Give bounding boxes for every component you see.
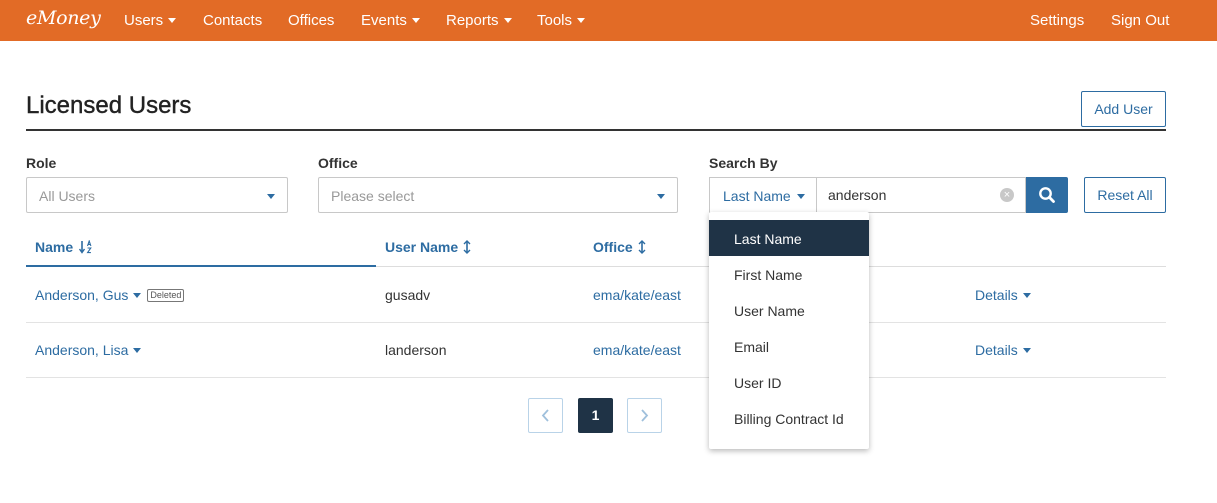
user-name-menu[interactable]: Anderson, Lisa: [35, 342, 142, 358]
details-label: Details: [975, 287, 1018, 303]
search-by-option[interactable]: User Name: [709, 292, 869, 328]
username-cell: gusadv: [385, 287, 431, 303]
column-header-office[interactable]: Office: [593, 239, 646, 255]
chevron-down-icon: [267, 194, 275, 199]
column-header-office-label: Office: [593, 239, 633, 255]
chevron-down-icon: [168, 18, 177, 23]
chevron-down-icon: [133, 348, 142, 353]
chevron-down-icon: [577, 18, 586, 23]
option-label: User Name: [734, 303, 805, 319]
nav-settings-label: Settings: [1030, 12, 1085, 29]
nav-users-label: Users: [124, 12, 164, 29]
sort-icon: [638, 240, 646, 254]
nav-sign-out[interactable]: Sign Out: [1111, 12, 1169, 29]
username-cell: landerson: [385, 342, 447, 358]
column-header-name-label: Name: [35, 239, 74, 255]
nav-tools-menu[interactable]: Tools: [537, 12, 586, 29]
office-select-placeholder: Please select: [331, 188, 415, 204]
role-label: Role: [26, 155, 57, 171]
next-page-button[interactable]: [627, 398, 662, 433]
search-by-option[interactable]: First Name: [709, 256, 869, 292]
details-label: Details: [975, 342, 1018, 358]
office-link[interactable]: ema/kate/east: [593, 287, 681, 303]
row-divider: [26, 377, 1166, 378]
emoney-logo[interactable]: eMoney: [26, 7, 101, 29]
add-user-button[interactable]: Add User: [1081, 91, 1166, 127]
search-by-label: Search By: [709, 155, 778, 171]
nav-tools-label: Tools: [537, 12, 573, 29]
previous-page-button[interactable]: [528, 398, 563, 433]
option-label: Billing Contract Id: [734, 411, 844, 427]
search-by-option[interactable]: Email: [709, 328, 869, 364]
chevron-down-icon: [1022, 348, 1031, 353]
nav-users-menu[interactable]: Users: [124, 12, 177, 29]
sorted-column-indicator: [26, 265, 376, 267]
nav-offices-label: Offices: [288, 12, 335, 29]
office-select[interactable]: Please select: [318, 177, 678, 213]
search-by-value: Last Name: [723, 188, 791, 204]
option-label: Email: [734, 339, 770, 355]
search-icon: [1039, 187, 1055, 203]
nav-contacts-label: Contacts: [203, 12, 263, 29]
column-header-username-label: User Name: [385, 239, 459, 255]
role-select[interactable]: All Users: [26, 177, 288, 213]
sort-ascending-icon: [78, 239, 92, 254]
chevron-down-icon: [657, 194, 665, 199]
search-by-option[interactable]: Last Name: [709, 220, 869, 256]
details-menu[interactable]: Details: [975, 342, 1031, 358]
chevron-left-icon: [541, 409, 549, 422]
clear-icon[interactable]: ×: [1000, 188, 1014, 202]
search-by-option[interactable]: Billing Contract Id: [709, 400, 869, 436]
chevron-right-icon: [641, 409, 649, 422]
column-header-name[interactable]: Name: [35, 239, 95, 255]
option-label: User ID: [734, 375, 782, 391]
nav-events-menu[interactable]: Events: [361, 12, 420, 29]
nav-events-label: Events: [361, 12, 407, 29]
chevron-down-icon: [1022, 293, 1031, 298]
chevron-down-icon: [503, 18, 512, 23]
search-button[interactable]: [1026, 177, 1068, 213]
search-input[interactable]: [816, 177, 1026, 213]
chevron-down-icon: [411, 18, 420, 23]
deleted-badge: Deleted: [147, 289, 185, 302]
nav-settings[interactable]: Settings: [1030, 12, 1084, 29]
nav-offices[interactable]: Offices: [288, 12, 334, 29]
title-divider: [26, 129, 1166, 131]
sort-icon: [463, 240, 471, 254]
chevron-down-icon: [133, 293, 142, 298]
option-label: First Name: [734, 267, 803, 283]
current-page-button[interactable]: 1: [578, 398, 613, 433]
option-label: Last Name: [734, 231, 802, 247]
nav-sign-out-label: Sign Out: [1111, 12, 1170, 29]
column-header-username[interactable]: User Name: [385, 239, 471, 255]
nav-reports-label: Reports: [446, 12, 499, 29]
user-name-menu[interactable]: Anderson, Gus Deleted: [35, 287, 185, 303]
row-divider: [26, 322, 1166, 323]
details-menu[interactable]: Details: [975, 287, 1031, 303]
role-select-value: All Users: [39, 188, 96, 204]
user-full-name: Anderson, Lisa: [35, 342, 129, 358]
page-title: Licensed Users: [26, 92, 192, 119]
search-by-select[interactable]: Last Name: [709, 177, 816, 213]
nav-reports-menu[interactable]: Reports: [446, 12, 512, 29]
reset-all-button[interactable]: Reset All: [1084, 177, 1166, 213]
office-link[interactable]: ema/kate/east: [593, 342, 681, 358]
search-by-option[interactable]: User ID: [709, 364, 869, 400]
top-navbar: eMoney Users Contacts Offices Events Rep…: [0, 0, 1217, 41]
user-full-name: Anderson, Gus: [35, 287, 129, 303]
office-label: Office: [318, 155, 358, 171]
search-by-dropdown-menu: Last Name First Name User Name Email Use…: [709, 212, 869, 449]
chevron-down-icon: [797, 194, 805, 199]
nav-contacts[interactable]: Contacts: [203, 12, 262, 29]
